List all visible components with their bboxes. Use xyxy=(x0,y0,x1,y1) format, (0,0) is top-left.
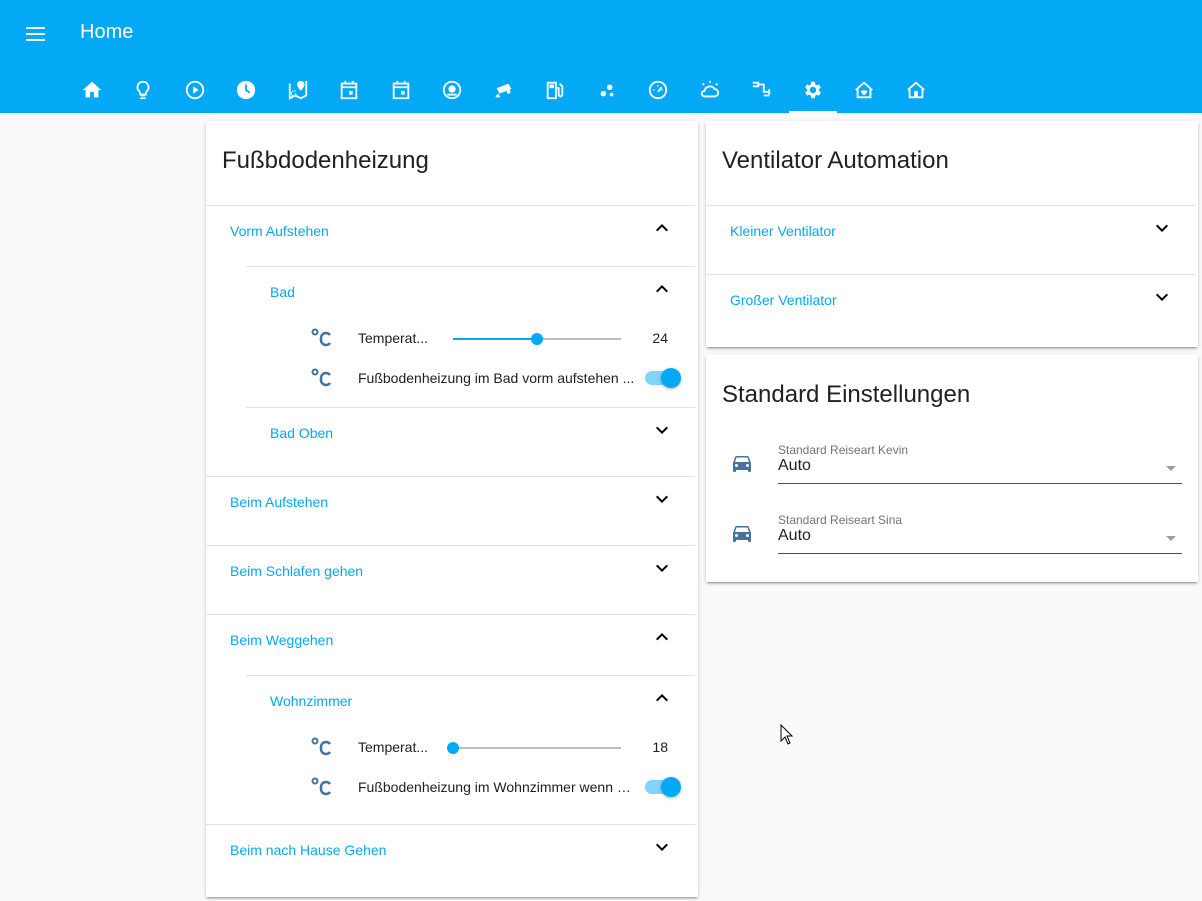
divider xyxy=(206,205,695,206)
card-title: Ventilator Automation xyxy=(722,147,949,174)
dropdown-arrow-icon xyxy=(1166,536,1176,541)
divider xyxy=(206,476,695,477)
scatter-icon[interactable] xyxy=(583,66,631,113)
security-camera-icon[interactable] xyxy=(480,66,528,113)
menu-icon[interactable] xyxy=(24,22,48,46)
chevron-up-icon[interactable] xyxy=(650,277,674,301)
chevron-up-icon[interactable] xyxy=(650,686,674,710)
calendar-icon[interactable] xyxy=(325,66,373,113)
chevron-down-icon[interactable] xyxy=(650,556,674,580)
chevron-down-icon[interactable] xyxy=(650,835,674,859)
default-settings-card: Standard Einstellungen Standard Reiseart… xyxy=(706,355,1198,582)
chevron-down-icon[interactable] xyxy=(1150,216,1174,240)
group-wohnzimmer[interactable]: Wohnzimmer xyxy=(270,693,352,709)
play-circle-icon[interactable] xyxy=(171,66,219,113)
svg-text:G: G xyxy=(291,88,297,98)
group-beim-aufstehen[interactable]: Beim Aufstehen xyxy=(230,494,328,510)
chevron-down-icon[interactable] xyxy=(650,487,674,511)
slider-value: 18 xyxy=(652,739,668,755)
setting-label: Temperat... xyxy=(358,739,429,755)
group-vorm-aufstehen[interactable]: Vorm Aufstehen xyxy=(230,223,329,239)
app-toolbar: Home G xyxy=(0,0,1202,113)
chevron-up-icon[interactable] xyxy=(650,625,674,649)
home-heart-icon[interactable] xyxy=(840,66,888,113)
divider xyxy=(246,407,695,408)
automation-toggle[interactable] xyxy=(645,777,681,797)
automation-toggle[interactable] xyxy=(645,368,681,388)
group-beim-nach-hause-gehen[interactable]: Beim nach Hause Gehen xyxy=(230,842,386,858)
chevron-down-icon[interactable] xyxy=(650,418,674,442)
divider xyxy=(706,274,1195,275)
speedometer-icon[interactable] xyxy=(634,66,682,113)
thermometer-celsius-icon xyxy=(310,366,334,390)
divider xyxy=(706,205,1195,206)
temperature-slider[interactable] xyxy=(447,738,621,758)
chevron-up-icon[interactable] xyxy=(650,216,674,240)
home-icon[interactable] xyxy=(68,66,116,113)
travel-mode-kevin-select[interactable]: Auto xyxy=(778,453,1182,484)
car-icon xyxy=(730,451,754,475)
dropdown-arrow-icon xyxy=(1166,466,1176,471)
group-kleiner-ventilator[interactable]: Kleiner Ventilator xyxy=(730,223,836,239)
select-value: Auto xyxy=(778,527,811,544)
divider xyxy=(246,675,695,676)
google-maps-icon[interactable]: G xyxy=(274,66,322,113)
lightbulb-icon[interactable] xyxy=(119,66,167,113)
divider xyxy=(246,266,695,267)
thermometer-celsius-icon xyxy=(310,735,334,759)
home-floor-icon[interactable] xyxy=(892,66,940,113)
group-beim-weggehen[interactable]: Beim Weggehen xyxy=(230,632,333,648)
thermometer-celsius-icon xyxy=(310,326,334,350)
group-bad-oben[interactable]: Bad Oben xyxy=(270,425,333,441)
card-title: Fußbdodenheizung xyxy=(222,147,429,174)
divider xyxy=(206,545,695,546)
temperature-slider[interactable] xyxy=(453,329,621,349)
gas-station-icon[interactable] xyxy=(531,66,579,113)
mouse-cursor-icon xyxy=(780,723,794,746)
travel-mode-sina-select[interactable]: Auto xyxy=(778,523,1182,554)
robot-vacuum-icon[interactable] xyxy=(428,66,476,113)
card-title: Standard Einstellungen xyxy=(722,381,971,408)
page-title: Home xyxy=(80,21,134,43)
thermometer-celsius-icon xyxy=(310,775,334,799)
setting-label: Fußbodenheizung im Bad vorm aufstehen ..… xyxy=(358,370,635,386)
group-grosser-ventilator[interactable]: Großer Ventilator xyxy=(730,292,837,308)
clock-icon[interactable] xyxy=(222,66,270,113)
select-value: Auto xyxy=(778,457,811,474)
group-bad[interactable]: Bad xyxy=(270,284,295,300)
floor-heating-card: Fußbdodenheizung Vorm Aufstehen Bad Temp… xyxy=(206,121,698,897)
chevron-down-icon[interactable] xyxy=(1150,285,1174,309)
setting-label: Fußbodenheizung im Wohnzimmer wenn w... xyxy=(358,779,636,795)
weather-partlycloudy-icon[interactable] xyxy=(686,66,734,113)
settings-icon[interactable] xyxy=(789,66,837,113)
divider xyxy=(206,824,695,825)
setting-label: Temperat... xyxy=(358,330,429,346)
calendar-icon[interactable] xyxy=(377,66,425,113)
fan-automation-card: Ventilator Automation Kleiner Ventilator… xyxy=(706,121,1198,347)
car-icon xyxy=(730,521,754,545)
slider-value: 24 xyxy=(652,330,668,346)
water-pump-icon[interactable] xyxy=(737,66,785,113)
group-beim-schlafen-gehen[interactable]: Beim Schlafen gehen xyxy=(230,563,363,579)
divider xyxy=(206,614,695,615)
